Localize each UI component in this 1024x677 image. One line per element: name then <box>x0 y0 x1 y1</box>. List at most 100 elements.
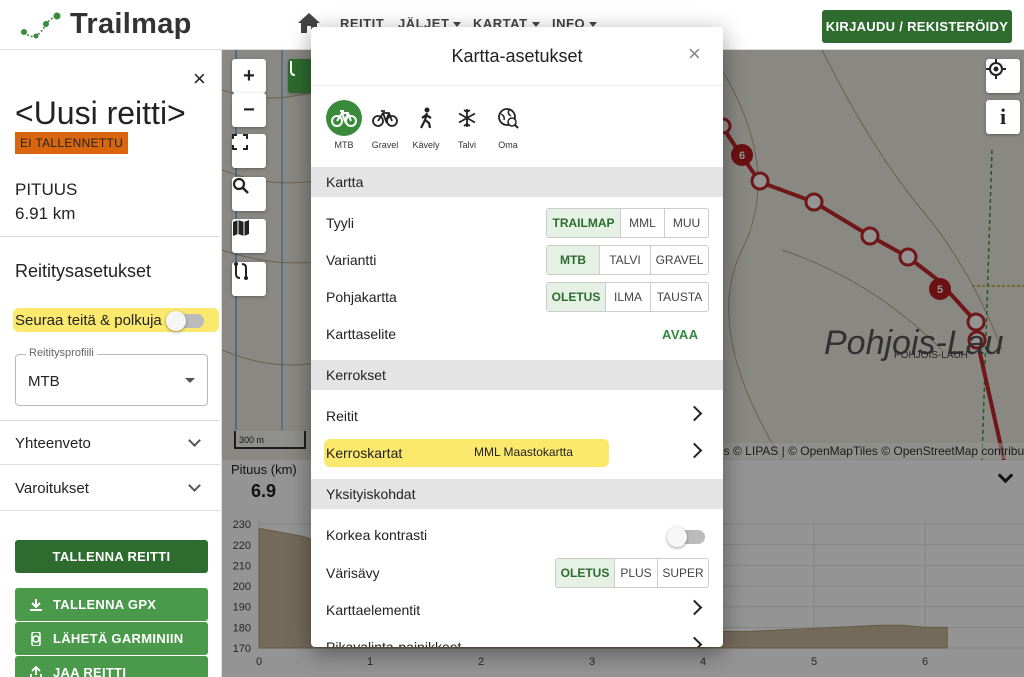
share-icon <box>30 665 42 677</box>
style-label: Tyyli <box>326 215 354 231</box>
basemap-oletus-option[interactable]: OLETUS <box>547 283 605 311</box>
share-route-button[interactable]: JAA REITTI <box>15 656 208 677</box>
section-details: Yksityiskohdat <box>311 479 723 509</box>
save-gpx-button[interactable]: TALLENNA GPX <box>15 588 208 621</box>
profile-label: MTB <box>334 140 354 150</box>
login-register-button[interactable]: KIRJAUDU / REKISTERÖIDY <box>822 10 1012 43</box>
style-trailmap-option[interactable]: TRAILMAP <box>547 209 620 237</box>
toggle-knob <box>667 527 687 547</box>
map-elements-row[interactable]: Karttaelementit <box>326 602 420 618</box>
length-label: PITUUS <box>15 180 78 199</box>
high-contrast-toggle[interactable] <box>667 527 705 547</box>
base-layers-value: MML Maastokartta <box>474 445 573 459</box>
routes-layer-row[interactable]: Reitit <box>326 408 358 424</box>
routing-profile-label: Reititysprofiili <box>26 347 97 359</box>
legend-open-button[interactable]: AVAA <box>662 327 699 342</box>
chevron-right-icon[interactable] <box>686 636 703 647</box>
zoom-in-button[interactable]: + <box>232 59 266 93</box>
profile-label: Gravel <box>371 140 399 150</box>
routing-settings-title: Reititysasetukset <box>15 261 152 281</box>
mtb-bike-icon <box>326 100 362 136</box>
summary-accordion[interactable]: Yhteenveto <box>15 435 91 452</box>
style-mml-option[interactable]: MML <box>620 209 664 237</box>
route-mode-button[interactable] <box>232 262 266 296</box>
tone-oletus-option[interactable]: OLETUS <box>556 559 614 587</box>
download-icon <box>30 598 42 611</box>
divider <box>0 420 220 421</box>
profile-label: Oma <box>498 140 518 150</box>
shortcut-buttons-row[interactable]: Pikavalinta-painikkeet <box>326 639 461 647</box>
section-layers: Kerrokset <box>311 360 723 390</box>
close-sidebar-icon[interactable]: × <box>193 66 206 92</box>
divider <box>0 236 220 237</box>
modal-title: Kartta-asetukset <box>451 46 583 66</box>
zoom-out-icon: − <box>243 98 255 121</box>
profile-custom[interactable]: Oma <box>483 100 533 150</box>
zoom-in-icon: + <box>243 64 255 87</box>
variant-label: Variantti <box>326 252 377 268</box>
tone-label: Värisävy <box>326 565 380 581</box>
high-contrast-label: Korkea kontrasti <box>326 527 428 543</box>
style-segmented: TRAILMAP MML MUU <box>546 208 709 238</box>
crosshair-icon <box>986 59 1006 79</box>
fullscreen-button[interactable] <box>232 134 266 168</box>
toggle-knob <box>166 311 186 331</box>
route-draw-icon <box>290 61 296 76</box>
fullscreen-icon <box>232 134 248 150</box>
basemap-tausta-option[interactable]: TAUSTA <box>650 283 708 311</box>
send-garmin-button[interactable]: LÄHETÄ GARMINIIN <box>15 622 208 655</box>
divider <box>0 464 220 465</box>
tone-plus-option[interactable]: PLUS <box>614 559 657 587</box>
basemap-ilma-option[interactable]: ILMA <box>605 283 650 311</box>
route-title[interactable]: <Uusi reitti> <box>15 95 186 132</box>
unsaved-badge: EI TALLENNETTU <box>15 132 129 154</box>
watch-icon <box>31 631 41 646</box>
variant-segmented: MTB TALVI GRAVEL <box>546 245 709 275</box>
save-route-button[interactable]: TALLENNA REITTI <box>15 540 208 573</box>
variant-talvi-option[interactable]: TALVI <box>599 246 650 274</box>
route-path-icon <box>234 262 248 280</box>
legend-label: Karttaselite <box>326 326 397 342</box>
trail-logo-icon <box>21 12 61 38</box>
chevron-down-icon[interactable] <box>188 434 201 447</box>
style-muu-option[interactable]: MUU <box>664 209 708 237</box>
basemap-label: Pohjakartta <box>326 289 397 305</box>
routing-profile-value: MTB <box>28 373 60 390</box>
button-label: TALLENNA GPX <box>53 597 157 612</box>
chevron-right-icon[interactable] <box>686 442 703 459</box>
section-map: Kartta <box>311 167 723 197</box>
variant-mtb-option[interactable]: MTB <box>547 246 599 274</box>
locate-button[interactable] <box>986 59 1020 93</box>
search-icon <box>232 177 249 194</box>
route-sidebar: × <Uusi reitti> EI TALLENNETTU PITUUS 6.… <box>0 50 222 677</box>
follow-roads-toggle[interactable] <box>166 311 204 331</box>
divider <box>0 510 220 511</box>
warnings-accordion[interactable]: Varoitukset <box>15 480 89 497</box>
custom-globe-icon <box>490 100 526 136</box>
chevron-right-icon[interactable] <box>686 599 703 616</box>
map-settings-button[interactable] <box>232 219 266 253</box>
close-icon[interactable]: × <box>688 41 701 67</box>
follow-roads-label: Seuraa teitä & polkuja <box>15 312 162 329</box>
profile-selector: MTB Gravel Kävely Talvi Oma <box>311 85 723 167</box>
profile-label: Kävely <box>412 140 440 150</box>
base-layers-row[interactable]: Kerroskartat <box>326 445 402 461</box>
variant-gravel-option[interactable]: GRAVEL <box>650 246 708 274</box>
zoom-out-button[interactable]: − <box>232 93 266 127</box>
profile-label: Talvi <box>457 140 476 150</box>
app-root: Trailmap REITIT JÄLJET KARTAT INFO KIRJA… <box>0 0 1024 677</box>
routing-profile-select[interactable]: Reititysprofiili MTB <box>15 347 208 406</box>
tone-super-option[interactable]: SUPER <box>657 559 708 587</box>
modal-header: Kartta-asetukset × <box>311 27 723 85</box>
logo-text: Trailmap <box>70 8 192 40</box>
button-label: JAA REITTI <box>53 665 127 677</box>
chevron-down-icon[interactable] <box>188 479 201 492</box>
info-button[interactable]: i <box>986 100 1020 134</box>
map-icon <box>233 220 249 236</box>
basemap-segmented: OLETUS ILMA TAUSTA <box>546 282 709 312</box>
search-map-button[interactable] <box>232 177 266 211</box>
snowflake-icon <box>449 100 485 136</box>
caret-down-icon <box>185 378 195 383</box>
chevron-right-icon[interactable] <box>686 405 703 422</box>
logo[interactable]: Trailmap <box>20 8 192 41</box>
